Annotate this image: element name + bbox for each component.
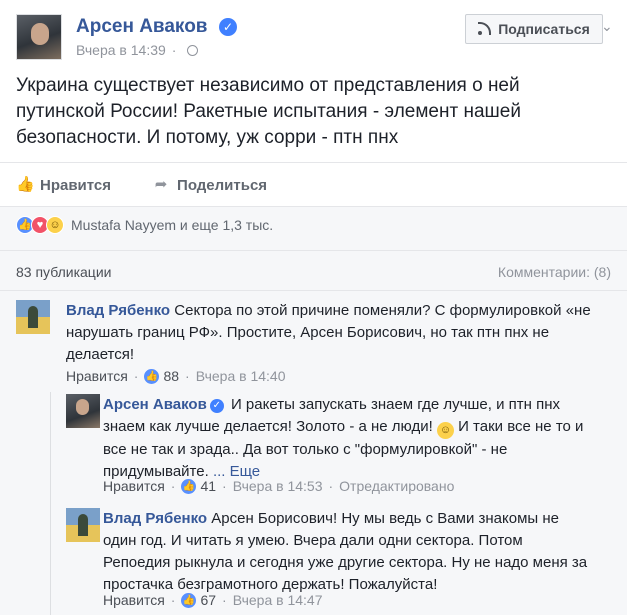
commenter-name[interactable]: Влад Рябенко xyxy=(66,302,170,319)
share-button[interactable]: ➦ Поделиться xyxy=(153,174,267,196)
separator-dot: · xyxy=(170,592,176,608)
rss-icon xyxy=(478,22,492,35)
facebook-post: Арсен Аваков ✓ Вчера в 14:39 · Подписатьс… xyxy=(0,0,627,615)
share-icon: ➦ xyxy=(154,176,168,193)
like-count-icon: 👍 xyxy=(181,478,197,494)
commenter-avatar[interactable] xyxy=(16,300,50,334)
separator-dot: · xyxy=(222,478,227,494)
haha-reaction-icon: ☺ xyxy=(46,216,64,234)
separator-dot: · xyxy=(185,368,190,384)
edited-label[interactable]: Отредактировано xyxy=(339,478,454,494)
comment-time[interactable]: Вчера в 14:40 xyxy=(196,368,286,384)
like-count[interactable]: 41 xyxy=(200,478,216,494)
verified-icon: ✓ xyxy=(219,18,237,36)
separator-dot: · xyxy=(170,478,176,494)
post-text: Украина существует независимо от предста… xyxy=(16,75,521,148)
share-label: Поделиться xyxy=(177,176,268,194)
verified-icon: ✓ xyxy=(209,399,224,413)
reply-thread-line xyxy=(50,392,51,615)
reactions-summary[interactable]: 👍 ♥ ☺ Mustafa Nayyem и еще 1,3 тыс. xyxy=(16,216,273,234)
comment-time[interactable]: Вчера в 14:53 xyxy=(233,478,323,494)
like-count-icon: 👍 xyxy=(144,368,160,384)
divider xyxy=(0,206,627,207)
chevron-down-icon[interactable]: ⌄ xyxy=(601,18,613,35)
comment-like-button[interactable]: Нравится xyxy=(103,478,165,494)
globe-icon xyxy=(187,45,199,56)
divider xyxy=(0,290,627,291)
post-time[interactable]: Вчера в 14:39 xyxy=(76,42,166,58)
comments-count[interactable]: Комментарии: (8) xyxy=(498,264,611,280)
subscribe-label: Подписаться xyxy=(498,21,590,37)
like-button[interactable]: 👍 Нравится xyxy=(16,174,111,196)
separator-dot: · xyxy=(171,42,177,58)
commenter-avatar[interactable] xyxy=(66,508,100,542)
comment-body: Влад Рябенко Сектора по этой причине пом… xyxy=(66,300,596,366)
divider xyxy=(0,162,627,163)
author-avatar[interactable] xyxy=(16,14,62,60)
smile-emoji-icon: ☺ xyxy=(436,422,454,439)
commenter-avatar[interactable] xyxy=(66,394,100,428)
comment-body: Влад Рябенко Арсен Борисович! Ну мы ведь… xyxy=(103,508,593,596)
like-icon: 👍 xyxy=(16,176,35,193)
comment-like-button[interactable]: Нравится xyxy=(66,368,128,384)
post-actions: 👍 Нравится ➦ Поделиться xyxy=(16,174,267,196)
post-meta: Вчера в 14:39 · xyxy=(76,42,199,58)
subscribe-button[interactable]: Подписаться xyxy=(465,14,603,44)
comment-body: Арсен Аваков ✓ И ракеты запускать знаем г… xyxy=(103,394,593,483)
separator-dot: · xyxy=(222,592,227,608)
comment-time[interactable]: Вчера в 14:47 xyxy=(233,592,323,608)
separator-dot: · xyxy=(328,478,334,494)
like-label: Нравится xyxy=(40,176,112,194)
like-count-icon: 👍 xyxy=(181,592,197,608)
post-header: Арсен Аваков ✓ Вчера в 14:39 · Подписатьс… xyxy=(16,14,613,60)
reply-comment: Влад Рябенко Арсен Борисович! Ну мы ведь… xyxy=(66,508,611,613)
like-count[interactable]: 88 xyxy=(163,368,179,384)
reply-comment: Арсен Аваков ✓ И ракеты запускать знаем г… xyxy=(66,394,611,504)
publications-link[interactable]: 83 публикации xyxy=(16,264,111,280)
comment: Влад Рябенко Сектора по этой причине пом… xyxy=(16,300,611,390)
comment-actions: Нравится · 👍 88 · Вчера в 14:40 xyxy=(66,368,285,384)
commenter-name[interactable]: Влад Рябенко xyxy=(103,510,207,527)
reactions-text[interactable]: Mustafa Nayyem и еще 1,3 тыс. xyxy=(71,217,273,233)
divider xyxy=(0,250,627,251)
comment-like-button[interactable]: Нравится xyxy=(103,592,165,608)
comment-actions: Нравится · 👍 41 · Вчера в 14:53 · Отреда… xyxy=(103,478,454,494)
separator-dot: · xyxy=(133,368,139,384)
comment-actions: Нравится · 👍 67 · Вчера в 14:47 xyxy=(103,592,322,608)
like-count[interactable]: 67 xyxy=(200,592,216,608)
commenter-name[interactable]: Арсен Аваков xyxy=(103,396,207,413)
author-name[interactable]: Арсен Аваков xyxy=(76,16,207,38)
